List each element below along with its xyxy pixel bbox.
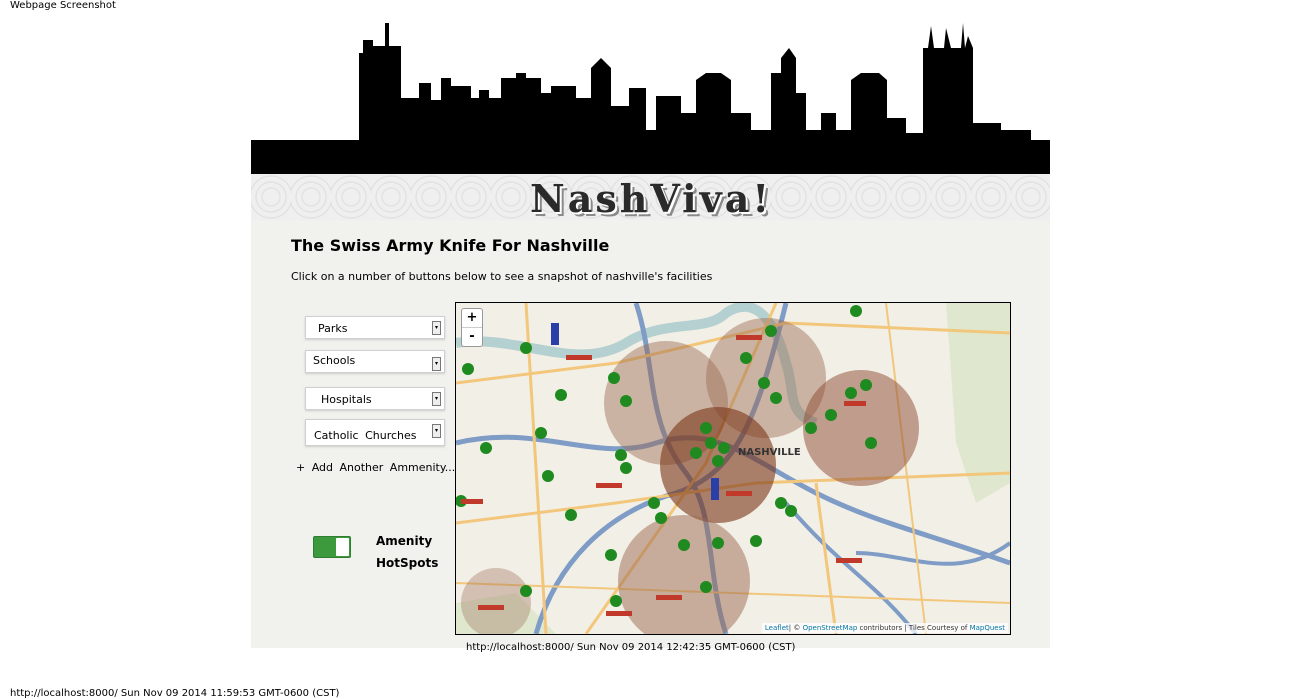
filter-label: Schools: [313, 354, 356, 367]
filter-label: Parks: [318, 322, 348, 335]
page-title: The Swiss Army Knife For Nashville: [291, 236, 610, 255]
skyline-icon: [251, 23, 1050, 174]
leaflet-link[interactable]: Leaflet: [765, 624, 789, 632]
filter-label: Catholic Churches: [314, 429, 417, 442]
site-logo[interactable]: NashViva!: [436, 176, 866, 221]
filter-churches-select[interactable]: Catholic Churches ▾: [305, 419, 445, 446]
map-city-label: NASHVILLE: [738, 447, 801, 458]
chevron-down-icon: ▾: [432, 321, 441, 335]
attribution-text: | ©: [788, 624, 803, 632]
filter-schools-select[interactable]: Schools ▾: [305, 350, 445, 373]
filter-hospitals-select[interactable]: Hospitals ▾: [305, 387, 445, 410]
toggle-knob: [336, 538, 349, 556]
skyline-banner: [251, 18, 1050, 174]
toggle-label-line1: Amenity: [376, 534, 433, 548]
osm-link[interactable]: OpenStreetMap: [803, 624, 858, 632]
page-container: NashViva! The Swiss Army Knife For Nashv…: [251, 18, 1050, 648]
intro-text: Click on a number of buttons below to se…: [291, 270, 713, 283]
toggle-label-line2: HotSpots: [376, 556, 439, 570]
logo-band: NashViva!: [251, 174, 1050, 221]
add-amenity-link[interactable]: + Add Another Ammenity...: [296, 461, 455, 474]
chevron-down-icon: ▾: [432, 392, 441, 406]
filter-parks-select[interactable]: Parks ▾: [305, 316, 445, 339]
attribution-text: contributors | Tiles Courtesy of: [857, 624, 970, 632]
hotspots-toggle-label: Amenity HotSpots: [376, 530, 438, 574]
zoom-in-button[interactable]: +: [462, 309, 482, 328]
chevron-down-icon: ▾: [432, 424, 441, 438]
zoom-out-button[interactable]: -: [462, 328, 482, 346]
mapquest-link[interactable]: MapQuest: [970, 624, 1005, 632]
amenity-map[interactable]: NASHVILLE + - Leaflet| © OpenStreetMap c…: [455, 302, 1011, 635]
hotspots-toggle[interactable]: [313, 536, 351, 558]
footer-url-caption: http://localhost:8000/ Sun Nov 09 2014 1…: [10, 688, 340, 699]
zoom-control: + -: [461, 308, 483, 347]
screenshot-caption: Webpage Screenshot: [10, 0, 116, 11]
filter-label: Hospitals: [321, 393, 372, 406]
page-url-caption: http://localhost:8000/ Sun Nov 09 2014 1…: [466, 642, 796, 653]
map-tiles: NASHVILLE: [456, 303, 1010, 634]
map-attribution: Leaflet| © OpenStreetMap contributors | …: [761, 623, 1008, 633]
chevron-down-icon: ▾: [432, 357, 441, 371]
